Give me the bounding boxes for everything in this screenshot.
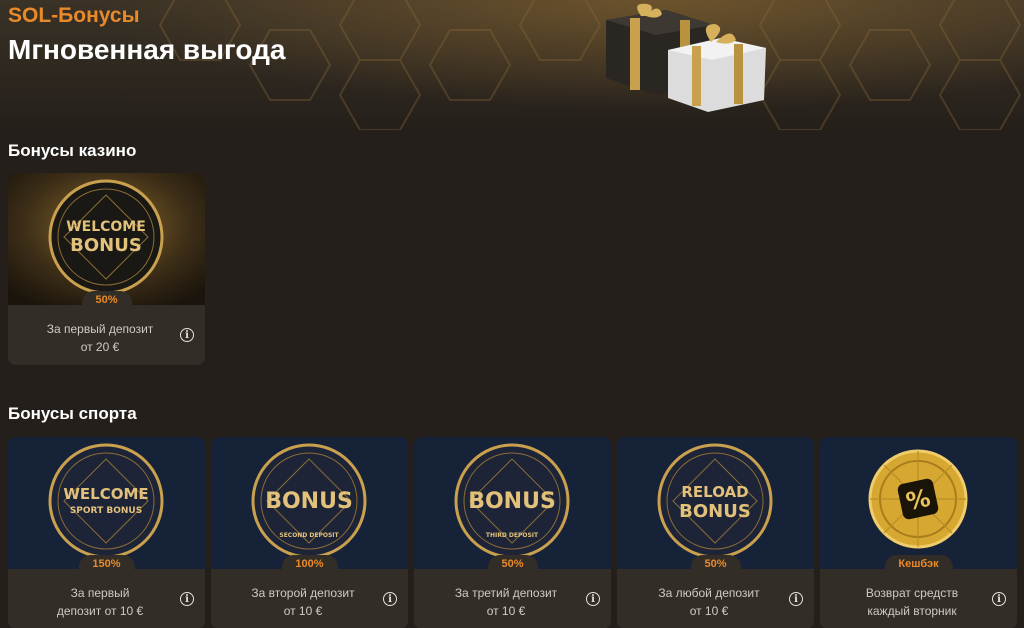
info-icon[interactable]: i xyxy=(180,592,194,606)
info-icon[interactable]: i xyxy=(992,592,1006,606)
percent-badge: 50% xyxy=(690,555,741,572)
badge-sub: THIRD DEPOSIT xyxy=(486,532,539,539)
badge-line2: BONUS xyxy=(679,501,751,522)
badge-line2: BONUS xyxy=(70,235,142,256)
desc-line1: За третий депозит xyxy=(454,586,558,600)
brand-title: SOL-Бонусы xyxy=(8,4,140,27)
welcome-bonus-image: WELCOME BONUS xyxy=(8,173,205,305)
third-deposit-bonus-image: BONUS THIRD DEPOSIT xyxy=(414,437,611,569)
desc-line1: За первый xyxy=(70,586,130,600)
sport-bonus-card-third[interactable]: BONUS THIRD DEPOSIT 50% За третий депози… xyxy=(414,437,611,628)
desc-line2: депозит от 10 € xyxy=(56,604,144,618)
desc-line2: от 10 € xyxy=(486,604,526,618)
hero-banner: SOL-Бонусы Мгновенная выгода xyxy=(0,0,1024,130)
badge-line1: WELCOME xyxy=(63,485,148,503)
badge-line1: RELOAD xyxy=(681,483,748,501)
card-description: За первый депозит от 20 € xyxy=(30,320,170,356)
badge-line1: WELCOME xyxy=(66,219,146,235)
card-description: За третий депозит от 10 € xyxy=(436,584,576,620)
desc-line1: За второй депозит xyxy=(251,586,355,600)
desc-line2: от 10 € xyxy=(283,604,323,618)
percent-badge: 50% xyxy=(487,555,538,572)
info-icon[interactable]: i xyxy=(586,592,600,606)
sport-bonus-card-second[interactable]: BONUS SECOND DEPOSIT 100% За второй депо… xyxy=(211,437,408,628)
sport-section-title: Бонусы спорта xyxy=(8,404,137,423)
page-title: Мгновенная выгода xyxy=(8,34,286,65)
second-deposit-bonus-image: BONUS SECOND DEPOSIT xyxy=(211,437,408,569)
sport-bonus-card-welcome[interactable]: WELCOME SPORT BONUS 150% За первый депоз… xyxy=(8,437,205,628)
info-icon[interactable]: i xyxy=(180,328,194,342)
card-description: За любой депозит от 10 € xyxy=(639,584,779,620)
badge-line1: BONUS xyxy=(265,489,353,514)
percent-badge: 100% xyxy=(281,555,338,572)
badge-line2: SPORT BONUS xyxy=(70,506,142,516)
reload-bonus-image: RELOAD BONUS xyxy=(617,437,814,569)
casino-bonus-card-welcome[interactable]: WELCOME BONUS 50% За первый депозит от 2… xyxy=(8,173,205,365)
casino-section-title: Бонусы казино xyxy=(8,141,137,160)
desc-line2: от 20 € xyxy=(80,340,120,354)
card-description: За первый депозит от 10 € xyxy=(30,584,170,620)
desc-line1: За первый депозит xyxy=(46,322,154,336)
gift-boxes-icon xyxy=(606,3,766,112)
info-icon[interactable]: i xyxy=(383,592,397,606)
percent-badge: 150% xyxy=(78,555,135,572)
info-icon[interactable]: i xyxy=(789,592,803,606)
cashback-badge: Кешбэк xyxy=(884,555,953,572)
card-description: За второй депозит от 10 € xyxy=(233,584,373,620)
cashback-image: % xyxy=(820,437,1017,569)
badge-line1: BONUS xyxy=(468,489,556,514)
desc-line1: Возврат средств xyxy=(865,586,959,600)
desc-line1: За любой депозит xyxy=(658,586,760,600)
desc-line2: от 10 € xyxy=(689,604,729,618)
sport-bonus-card-cashback[interactable]: % Кешбэк Возврат средств каждый вторник … xyxy=(820,437,1017,628)
badge-sub: SECOND DEPOSIT xyxy=(279,532,339,539)
welcome-sport-bonus-image: WELCOME SPORT BONUS xyxy=(8,437,205,569)
percent-badge: 50% xyxy=(81,291,132,308)
desc-line2: каждый вторник xyxy=(867,604,957,618)
card-description: Возврат средств каждый вторник xyxy=(842,584,982,620)
sport-bonus-card-reload[interactable]: RELOAD BONUS 50% За любой депозит от 10 … xyxy=(617,437,814,628)
